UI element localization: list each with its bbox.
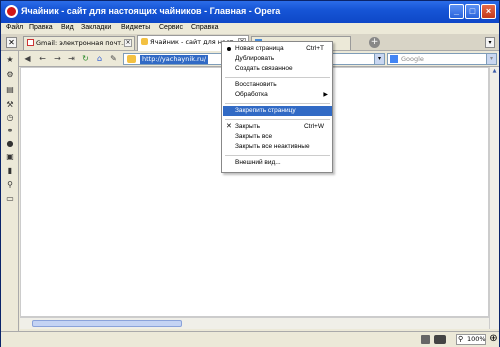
menu-item-create-linked[interactable]: Создать связанное <box>223 64 332 74</box>
menu-item-close[interactable]: ✕ Закрыть Ctrl+W <box>223 122 332 132</box>
camera-icon[interactable] <box>434 335 446 344</box>
menu-item-close-inactive[interactable]: Закрыть все неактивные <box>223 142 332 152</box>
fast-forward-icon[interactable]: ⇥ <box>67 54 76 63</box>
close-window-button[interactable]: × <box>481 4 496 19</box>
forward-icon[interactable]: → <box>53 54 62 63</box>
search-placeholder: Google <box>401 55 424 63</box>
windows-icon[interactable]: ▣ <box>6 153 14 161</box>
menu-item-shortcut: Ctrl+W <box>303 123 324 130</box>
menu-item-label: Закрыть все неактивные <box>235 143 310 150</box>
menu-item-label: Закрепить страницу <box>235 107 296 114</box>
menu-item-label: Восстановить <box>235 81 277 88</box>
side-panel: ★ ⚙ ▤ ⚒ ◷ ⚭ ● ▣ ▮ ⚲ ▭ <box>1 51 19 333</box>
edit-icon[interactable]: ✎ <box>109 54 118 63</box>
menu-item-label: Закрыть <box>235 123 261 130</box>
menu-widgets[interactable]: Виджеты <box>121 24 150 31</box>
magnifier-icon: ⚲ <box>458 335 464 343</box>
url-text: http://yachaynik.ru/ <box>140 55 209 64</box>
contacts-icon[interactable]: ▭ <box>6 195 14 203</box>
window-title: Ячайник - сайт для настоящих чайников - … <box>21 6 281 16</box>
menu-bookmarks[interactable]: Закладки <box>81 24 111 31</box>
bookmarks-star-icon[interactable]: ★ <box>6 56 14 64</box>
maximize-button[interactable]: □ <box>465 4 480 19</box>
menu-separator <box>225 77 330 78</box>
search-icon[interactable]: ⚲ <box>6 181 14 189</box>
menu-separator <box>225 155 330 156</box>
history-clock-icon[interactable]: ◷ <box>6 114 14 122</box>
tab-list-dropdown-icon[interactable]: ▾ <box>485 37 495 48</box>
zoom-value: 100% <box>467 335 486 343</box>
menu-item-close-all[interactable]: Закрыть все <box>223 132 332 142</box>
minimize-button[interactable]: _ <box>449 4 464 19</box>
menu-item-processing[interactable]: Обработка ▶ <box>223 90 332 100</box>
bullet-icon <box>227 47 231 51</box>
menu-help[interactable]: Справка <box>191 24 218 31</box>
menu-item-duplicate[interactable]: Дублировать <box>223 54 332 64</box>
google-icon <box>390 55 398 63</box>
menu-item-label: Новая страница <box>235 45 284 52</box>
search-dropdown-icon[interactable]: ▾ <box>486 54 496 64</box>
status-bar: ⚲ 100% ⊕ <box>1 331 499 347</box>
menu-item-pin-page[interactable]: Закрепить страницу <box>223 106 332 116</box>
horizontal-scrollbar[interactable] <box>20 317 489 329</box>
menu-item-label: Внешний вид... <box>235 159 281 166</box>
tools-icon[interactable]: ⚒ <box>6 101 14 109</box>
menu-item-restore[interactable]: Восстановить <box>223 80 332 90</box>
info-icon[interactable]: ● <box>6 140 14 148</box>
tab-panel-toggle-icon[interactable]: ✕ <box>6 37 17 48</box>
zoom-in-icon[interactable]: ⊕ <box>488 332 499 347</box>
menu-tools[interactable]: Сервис <box>159 24 183 31</box>
menu-view[interactable]: Вид <box>61 24 74 31</box>
menu-item-label: Закрыть все <box>235 133 273 140</box>
menu-item-label: Создать связанное <box>235 65 293 72</box>
menu-item-new-page[interactable]: Новая страница Ctrl+T <box>223 44 332 54</box>
submenu-arrow-icon: ▶ <box>323 92 328 98</box>
tab-label: Gmail: электронная почт... <box>36 39 128 47</box>
tab-gmail[interactable]: Gmail: электронная почт... × <box>23 36 135 50</box>
menu-file[interactable]: Файл <box>6 24 23 31</box>
vertical-scrollbar[interactable]: ▲ <box>489 67 499 329</box>
mail-icon[interactable]: ▮ <box>6 167 14 175</box>
browser-window: Ячайник - сайт для настоящих чайников - … <box>0 0 500 347</box>
notes-icon[interactable]: ▤ <box>6 86 14 94</box>
close-tab-icon[interactable]: × <box>124 39 132 47</box>
close-x-icon: ✕ <box>226 123 232 130</box>
zoom-level[interactable]: ⚲ 100% <box>456 334 486 345</box>
back-arrow-icon[interactable]: ◀ <box>23 54 32 63</box>
speed-dial-icon[interactable] <box>421 335 430 344</box>
menu-separator <box>225 103 330 104</box>
address-dropdown-icon[interactable]: ▾ <box>374 54 384 64</box>
gmail-icon <box>27 39 34 46</box>
links-chain-icon[interactable]: ⚭ <box>6 127 14 135</box>
menu-item-label: Дублировать <box>235 55 275 62</box>
site-icon <box>127 55 136 63</box>
home-icon[interactable]: ⌂ <box>95 54 104 63</box>
new-tab-button[interactable]: + <box>369 37 380 48</box>
menu-bar: Файл Правка Вид Закладки Виджеты Сервис … <box>1 23 499 34</box>
title-bar: Ячайник - сайт для настоящих чайников - … <box>1 1 499 23</box>
horizontal-scroll-thumb[interactable] <box>32 320 182 327</box>
search-field[interactable]: Google ▾ <box>387 53 497 65</box>
back-icon[interactable]: ← <box>38 54 47 63</box>
menu-edit[interactable]: Правка <box>29 24 53 31</box>
menu-separator <box>225 119 330 120</box>
scroll-up-icon[interactable]: ▲ <box>490 67 499 76</box>
reload-icon[interactable]: ↻ <box>81 54 90 63</box>
menu-item-shortcut: Ctrl+T <box>306 45 324 52</box>
tab-context-menu: Новая страница Ctrl+T Дублировать Создат… <box>221 41 333 173</box>
menu-item-appearance[interactable]: Внешний вид... <box>223 158 332 168</box>
yachaynik-icon <box>141 38 148 45</box>
opera-logo-icon <box>5 5 18 18</box>
menu-item-label: Обработка <box>235 91 268 98</box>
widgets-gear-icon[interactable]: ⚙ <box>6 71 14 79</box>
